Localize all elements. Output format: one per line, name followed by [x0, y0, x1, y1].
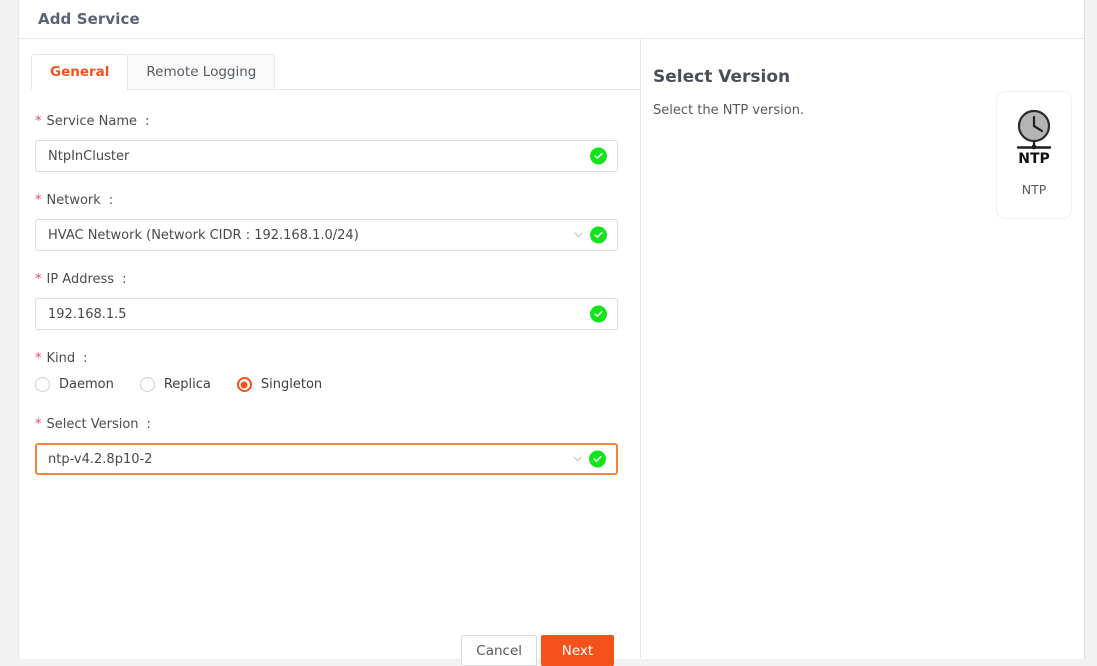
- required-asterisk: *: [35, 351, 42, 366]
- cancel-button-label: Cancel: [476, 642, 522, 659]
- field-kind: * Kind : Daemon Replica Singleton: [35, 351, 618, 392]
- field-ip-address-label: * IP Address :: [35, 272, 618, 287]
- label-text: IP Address: [46, 272, 115, 287]
- service-card-label: NTP: [1021, 182, 1047, 197]
- valid-check-icon: [590, 305, 607, 323]
- radio-circle-icon: [35, 377, 50, 392]
- tab-bar: General Remote Logging: [19, 39, 640, 90]
- label-colon: :: [108, 193, 114, 208]
- cancel-button[interactable]: Cancel: [461, 635, 537, 666]
- page-title: Add Service: [38, 10, 140, 28]
- radio-circle-icon: [139, 377, 155, 392]
- label-text: Kind: [46, 351, 76, 366]
- network-select[interactable]: HVAC Network (Network CIDR : 192.168.1.0…: [35, 219, 618, 251]
- field-select-version: * Select Version : ntp-v4.2.8p10-2: [35, 417, 618, 475]
- required-asterisk: *: [35, 114, 42, 129]
- kind-radio-group: Daemon Replica Singleton: [35, 377, 618, 392]
- radio-kind-replica[interactable]: Replica: [139, 377, 211, 392]
- radio-kind-replica-label: Replica: [163, 377, 211, 392]
- valid-check-icon: [590, 147, 607, 165]
- service-card-ntp[interactable]: NTP NTP: [996, 91, 1072, 219]
- radio-kind-daemon[interactable]: Daemon: [35, 377, 114, 392]
- label-text: Network: [46, 193, 101, 208]
- next-button-label: Next: [561, 642, 594, 659]
- ntp-icon-text: NTP: [1018, 151, 1050, 167]
- radio-circle-selected-icon: [236, 377, 252, 392]
- chevron-down-icon: [573, 455, 582, 464]
- required-asterisk: *: [35, 272, 42, 287]
- info-title: Select Version: [653, 67, 791, 87]
- dialog-body: General Remote Logging * Service Name : …: [19, 39, 1084, 666]
- label-colon: :: [122, 272, 127, 287]
- tab-general-label: General: [50, 64, 110, 80]
- label-text: Service Name: [46, 114, 138, 129]
- add-service-dialog: Add Service General Remote Logging * Ser…: [18, 0, 1085, 666]
- required-asterisk: *: [35, 417, 42, 432]
- label-colon: :: [146, 417, 151, 432]
- chevron-down-icon: [574, 231, 583, 240]
- field-network: * Network : HVAC Network (Network CIDR :…: [35, 193, 618, 251]
- tab-remote-logging[interactable]: Remote Logging: [127, 54, 276, 90]
- label-colon: :: [145, 114, 150, 129]
- radio-kind-singleton[interactable]: Singleton: [236, 377, 323, 392]
- ntp-clock-icon: NTP: [1006, 106, 1062, 168]
- field-network-label: * Network :: [35, 193, 618, 208]
- service-name-value: NtpInCluster: [48, 148, 130, 164]
- label-colon: :: [83, 351, 88, 366]
- ip-address-value: 192.168.1.5: [48, 306, 127, 322]
- radio-kind-daemon-label: Daemon: [59, 377, 114, 392]
- tab-remote-logging-label: Remote Logging: [146, 64, 257, 80]
- dialog-actions: Cancel Next: [461, 635, 614, 666]
- select-version-select[interactable]: ntp-v4.2.8p10-2: [35, 443, 618, 475]
- select-version-value: ntp-v4.2.8p10-2: [48, 451, 153, 467]
- network-value: HVAC Network (Network CIDR : 192.168.1.0…: [48, 227, 359, 243]
- tab-general[interactable]: General: [31, 54, 129, 90]
- valid-check-icon: [590, 226, 607, 244]
- ip-address-input[interactable]: 192.168.1.5: [35, 298, 618, 330]
- radio-kind-singleton-label: Singleton: [260, 377, 323, 392]
- required-asterisk: *: [35, 193, 42, 208]
- field-service-name: * Service Name : NtpInCluster: [35, 114, 618, 172]
- service-name-input[interactable]: NtpInCluster: [35, 140, 618, 172]
- general-form: * Service Name : NtpInCluster * Network …: [19, 90, 640, 475]
- dialog-header: Add Service: [19, 0, 1084, 39]
- valid-check-icon: [589, 450, 606, 468]
- field-service-name-label: * Service Name :: [35, 114, 618, 129]
- field-ip-address: * IP Address : 192.168.1.5: [35, 272, 618, 330]
- next-button[interactable]: Next: [541, 635, 614, 666]
- info-pane: Select Version Select the NTP version. N…: [641, 39, 1084, 658]
- field-kind-label: * Kind :: [35, 351, 618, 366]
- label-text: Select Version: [46, 417, 139, 432]
- field-select-version-label: * Select Version :: [35, 417, 618, 432]
- form-pane: General Remote Logging * Service Name : …: [19, 39, 641, 666]
